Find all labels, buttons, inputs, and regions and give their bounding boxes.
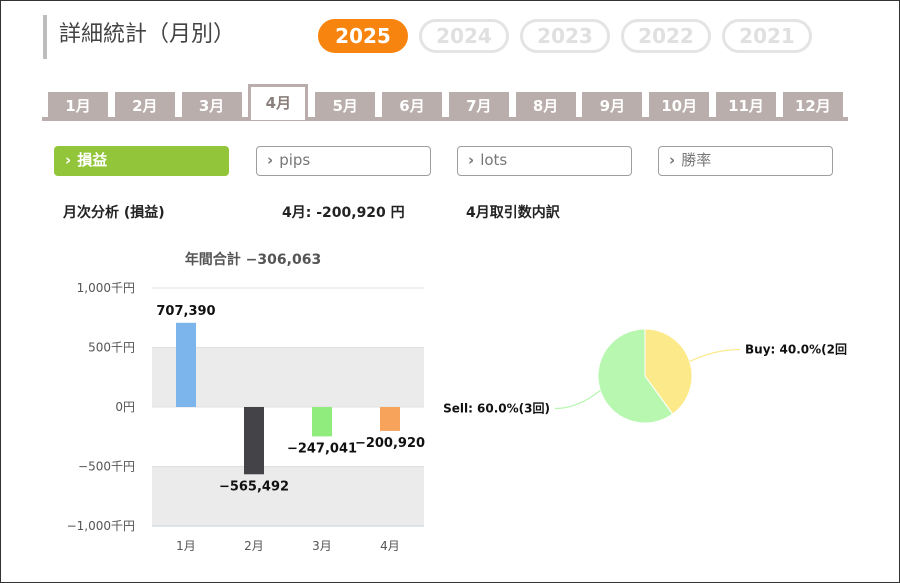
tab-month-11[interactable]: 11月	[716, 92, 776, 120]
year-button-2025[interactable]: 2025	[318, 19, 408, 53]
monthly-analysis-label: 月次分析 (損益)	[63, 205, 165, 221]
tab-month-2[interactable]: 2月	[114, 92, 175, 120]
bar-value-label: 707,390	[156, 304, 215, 319]
tab-month-10[interactable]: 10月	[649, 92, 710, 120]
year-button-2023[interactable]: 2023	[520, 19, 610, 53]
tab-month-4[interactable]: 4月	[248, 84, 309, 120]
bar-chart: 年間合計 −306,063 1,000千円 500千円 0円 −500千円 −1,000千…	[67, 251, 425, 553]
chevron-right-icon: ›	[669, 151, 676, 169]
grid-band	[152, 466, 424, 526]
year-button-2024[interactable]: 2024	[419, 19, 509, 53]
pie-label-sell: Sell: 60.0%(3回)	[443, 402, 550, 416]
tab-month-12[interactable]: 12月	[782, 92, 843, 120]
x-tick-label: 1月	[176, 539, 196, 553]
metric-button-2[interactable]: › lots	[457, 146, 632, 176]
bar-value-label: −200,920	[355, 436, 425, 451]
chevron-right-icon: ›	[468, 151, 475, 169]
year-button-2022[interactable]: 2022	[621, 19, 711, 53]
metric-button-label: lots	[480, 151, 508, 169]
metric-button-label: pips	[279, 151, 311, 169]
metric-button-label: 損益	[77, 151, 108, 169]
bar-value-label: −247,041	[287, 441, 357, 456]
metric-button-0[interactable]: › 損益	[54, 146, 229, 176]
month-tabs: 1月 2月 3月 4月 5月 6月 7月 8月 9月 10月 11月 12月	[42, 84, 848, 122]
y-tick-label: −1,000千円	[67, 519, 135, 533]
pie-connector	[689, 348, 741, 363]
tab-month-8[interactable]: 8月	[515, 92, 576, 120]
pie-label-buy: Buy: 40.0%(2回	[745, 342, 847, 356]
y-tick-label: 1,000千円	[77, 281, 135, 295]
year-selector: 2025 2024 2023 2022 2021	[318, 19, 812, 53]
bar-4月[interactable]	[380, 407, 400, 431]
page-title: 詳細統計（月別）	[43, 15, 235, 59]
tab-month-7[interactable]: 7月	[448, 92, 509, 120]
metric-button-1[interactable]: › pips	[256, 146, 431, 176]
x-tick-label: 2月	[244, 539, 264, 553]
y-tick-label: −500千円	[78, 460, 135, 474]
pie-chart: Buy: 40.0%(2回 Sell: 60.0%(3回)	[443, 328, 847, 424]
bar-2月[interactable]	[244, 407, 264, 475]
pie-connector	[554, 390, 601, 410]
tab-month-5[interactable]: 5月	[315, 92, 376, 120]
x-tick-label: 3月	[312, 539, 332, 553]
bar-value-label: −565,492	[219, 479, 289, 494]
bar-3月[interactable]	[312, 407, 332, 437]
bar-1月[interactable]	[176, 322, 196, 407]
month-total-label: 4月: -200,920 円	[282, 205, 405, 221]
x-tick-label: 4月	[380, 539, 400, 553]
chevron-right-icon: ›	[267, 151, 274, 169]
metric-button-label: 勝率	[681, 151, 712, 169]
y-tick-label: 500千円	[88, 341, 135, 355]
tab-month-1[interactable]: 1月	[48, 92, 108, 120]
metric-button-3[interactable]: › 勝率	[658, 146, 833, 176]
chart-subtitle: 年間合計 −306,063	[185, 251, 321, 268]
tab-month-9[interactable]: 9月	[582, 92, 643, 120]
chevron-right-icon: ›	[65, 151, 72, 169]
year-button-2021[interactable]: 2021	[722, 19, 812, 53]
breakdown-title: 4月取引数内訳	[466, 205, 560, 221]
y-tick-label: 0円	[115, 400, 135, 414]
tab-month-6[interactable]: 6月	[382, 92, 442, 120]
tab-month-3[interactable]: 3月	[181, 92, 242, 120]
